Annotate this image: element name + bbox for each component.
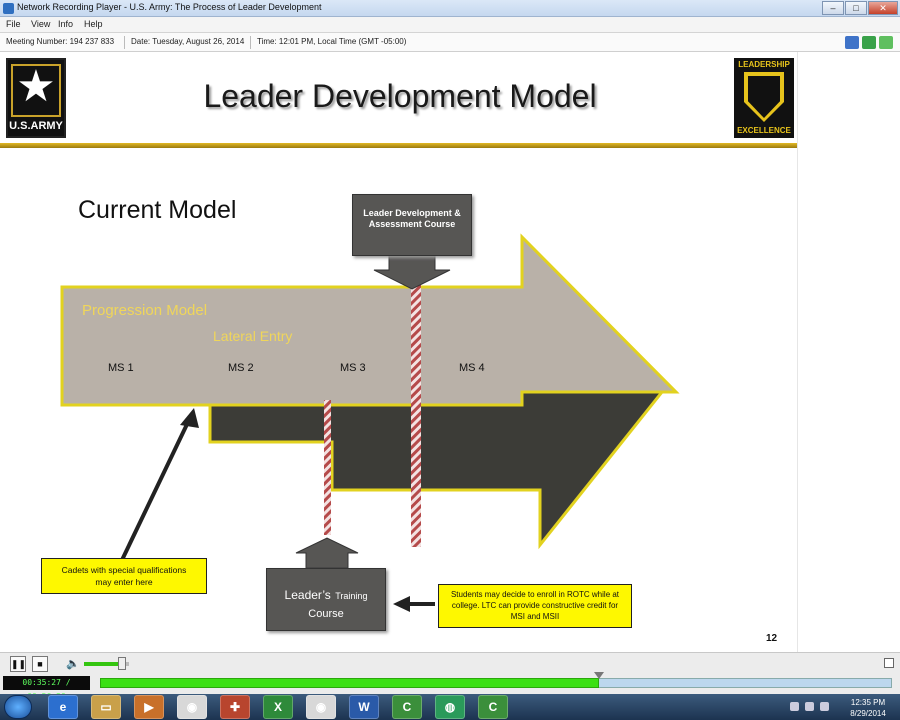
volume-level xyxy=(84,662,122,666)
folder-icon[interactable]: ▭ xyxy=(91,695,121,719)
slide-title: Leader Development Model xyxy=(203,78,597,114)
ie-icon[interactable]: e xyxy=(48,695,78,719)
ltc-marker xyxy=(324,400,331,535)
maximize-button[interactable]: □ xyxy=(845,1,867,15)
start-button[interactable] xyxy=(4,695,32,719)
meeting-number: Meeting Number: 194 237 833 xyxy=(6,37,115,46)
app-icon[interactable]: ✚ xyxy=(220,695,250,719)
app-icon xyxy=(3,3,14,14)
ldac-box: Leader Development & Assessment Course xyxy=(352,194,472,256)
menu-bar: File View Info Help xyxy=(0,17,900,33)
progression-arrow xyxy=(60,233,680,407)
lateral-entry-label: Lateral Entry xyxy=(213,328,293,344)
students-callout: Students may decide to enroll in ROTC wh… xyxy=(438,584,632,628)
fullscreen-icon[interactable] xyxy=(884,658,894,668)
close-button[interactable]: ✕ xyxy=(868,1,898,15)
ldac-marker xyxy=(411,283,421,547)
ldac-down-arrow xyxy=(373,254,451,290)
ltc-box: Leader’s Training Course xyxy=(266,568,386,631)
slide-number: 12 xyxy=(766,633,778,644)
ms4-label: MS 4 xyxy=(459,362,485,374)
meeting-info-bar: Meeting Number: 194 237 833 Date: Tuesda… xyxy=(0,33,900,52)
chrome-icon[interactable]: ◉ xyxy=(306,695,336,719)
minimize-button[interactable]: – xyxy=(822,1,844,15)
volume-thumb[interactable] xyxy=(118,657,126,670)
star-icon: ★ xyxy=(16,62,56,111)
leadership-excellence-logo: LEADERSHIP EXCELLENCE xyxy=(734,58,794,138)
menu-info[interactable]: Info xyxy=(58,19,73,29)
menu-help[interactable]: Help xyxy=(84,19,103,29)
progression-model-label: Progression Model xyxy=(82,302,208,319)
ms1-label: MS 1 xyxy=(108,362,134,374)
camtasia-icon[interactable]: C xyxy=(478,695,508,719)
word-icon[interactable]: W xyxy=(349,695,379,719)
meeting-time: Time: 12:01 PM, Local Time (GMT -05:00) xyxy=(257,37,407,46)
window-titlebar: Network Recording Player - U.S. Army: Th… xyxy=(0,0,900,17)
excel-icon[interactable]: X xyxy=(263,695,293,719)
camtasia-icon[interactable]: C xyxy=(392,695,422,719)
meeting-date: Date: Tuesday, August 26, 2014 xyxy=(131,37,245,46)
taskbar-clock[interactable]: 12:35 PM 8/29/2014 xyxy=(838,697,898,719)
chrome-icon[interactable]: ◉ xyxy=(177,695,207,719)
seek-progress xyxy=(100,678,599,688)
lateral-entry-arrow xyxy=(208,390,666,550)
tray-flag-icon[interactable] xyxy=(790,702,799,711)
tray-volume-icon[interactable] xyxy=(820,702,829,711)
volume-icon[interactable]: 🔈 xyxy=(66,657,80,670)
slide-margin xyxy=(797,52,900,652)
notes-icon[interactable] xyxy=(879,36,893,49)
seek-thumb[interactable] xyxy=(594,672,604,679)
player-controls: ❚❚ ■ 🔈 xyxy=(0,652,900,674)
stop-button[interactable]: ■ xyxy=(32,656,48,672)
us-army-logo: ★ U.S.ARMY xyxy=(6,58,66,138)
ms2-label: MS 2 xyxy=(228,362,254,374)
title-divider xyxy=(0,143,797,148)
globe-icon[interactable]: ◍ xyxy=(435,695,465,719)
menu-file[interactable]: File xyxy=(6,19,21,29)
cadets-callout: Cadets with special qualifications may e… xyxy=(41,558,207,594)
ms3-label: MS 3 xyxy=(340,362,366,374)
time-display: 00:35:27 / 00:56:20 xyxy=(3,676,90,701)
media-icon[interactable]: ▶ xyxy=(134,695,164,719)
window-title: Network Recording Player - U.S. Army: Th… xyxy=(17,2,322,12)
video-icon[interactable] xyxy=(845,36,859,49)
pause-button[interactable]: ❚❚ xyxy=(10,656,26,672)
participants-icon[interactable] xyxy=(862,36,876,49)
ltc-up-arrow xyxy=(295,537,359,569)
tray-network-icon[interactable] xyxy=(805,702,814,711)
menu-view[interactable]: View xyxy=(31,19,50,29)
